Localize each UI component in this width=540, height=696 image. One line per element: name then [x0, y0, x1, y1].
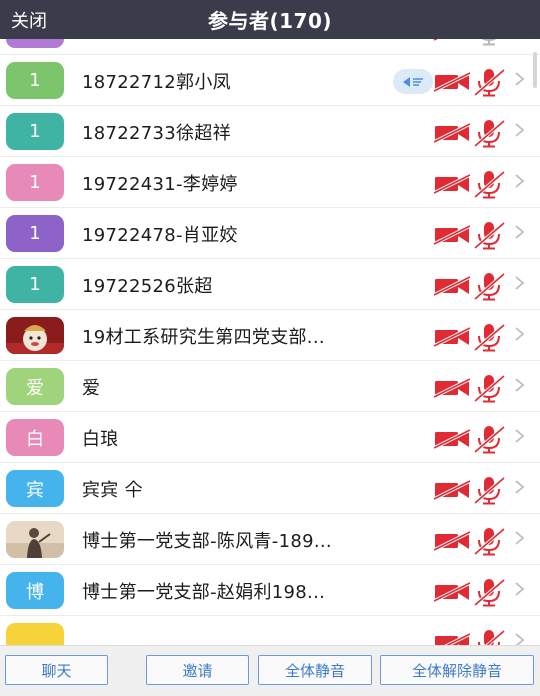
chevron-right-icon[interactable]: [514, 374, 526, 396]
top-bar: 关闭 参与者(170): [0, 0, 540, 39]
participant-row[interactable]: [0, 616, 540, 645]
chevron-right-icon[interactable]: [514, 119, 526, 141]
participant-name: 宾宾 仐: [82, 480, 143, 501]
participant-name: 18722712郭小凤: [82, 72, 231, 93]
camera-off-icon[interactable]: [433, 71, 471, 93]
avatar: 1: [6, 62, 64, 99]
avatar: 1: [6, 215, 64, 252]
participant-row[interactable]: 19材工系研究生第四党支部...: [0, 310, 540, 361]
chevron-right-icon[interactable]: [514, 629, 526, 645]
camera-off-icon[interactable]: [433, 326, 471, 348]
camera-off-icon[interactable]: [433, 530, 471, 552]
microphone-muted-icon[interactable]: [473, 169, 506, 199]
microphone-muted-icon[interactable]: [473, 628, 506, 645]
microphone-muted-icon[interactable]: [473, 67, 506, 97]
chevron-right-icon[interactable]: [514, 68, 526, 90]
avatar: 白: [6, 419, 64, 456]
chevron-right-icon[interactable]: [514, 527, 526, 549]
participant-list[interactable]: 王 王俊杰 1 18722712郭小凤 1 18722733徐超祥 1 19722431-李婷…: [0, 39, 540, 645]
camera-off-icon[interactable]: [433, 39, 470, 42]
participant-name: 18722733徐超祥: [82, 123, 231, 144]
mute-all-button[interactable]: 全体静音: [258, 655, 372, 685]
participant-row[interactable]: 1 19722526张超: [0, 259, 540, 310]
chevron-right-icon[interactable]: [514, 578, 526, 600]
chevron-right-icon[interactable]: [514, 170, 526, 192]
participant-row[interactable]: 1 19722431-李婷婷: [0, 157, 540, 208]
camera-off-icon[interactable]: [433, 122, 471, 144]
camera-off-icon[interactable]: [433, 377, 471, 399]
participant-row[interactable]: 博博士第一党支部-赵娟利198...: [0, 565, 540, 616]
camera-off-icon[interactable]: [433, 173, 471, 195]
camera-off-icon[interactable]: [433, 428, 471, 450]
avatar: 1: [6, 164, 64, 201]
page-title: 参与者(170): [207, 9, 333, 33]
avatar: [6, 623, 64, 645]
camera-off-icon[interactable]: [433, 581, 471, 603]
participant-name: 爱: [82, 378, 101, 399]
participant-name: 19722526张超: [82, 276, 213, 297]
microphone-muted-icon[interactable]: [473, 475, 506, 505]
chevron-right-icon[interactable]: [514, 221, 526, 243]
participant-name: 白琅: [82, 429, 119, 450]
participant-name: 博士第一党支部-赵娟利198...: [82, 582, 326, 603]
avatar: 1: [6, 266, 64, 303]
camera-off-icon[interactable]: [433, 479, 471, 501]
bottom-toolbar: 聊天 邀请 全体静音 全体解除静音: [0, 645, 540, 696]
participant-row[interactable]: 宾宾宾 仐: [0, 463, 540, 514]
avatar: [6, 521, 64, 558]
participant-name: 王俊杰: [82, 39, 137, 43]
avatar: 王: [6, 39, 64, 48]
participant-name: 19材工系研究生第四党支部...: [82, 327, 325, 348]
microphone-muted-icon[interactable]: [473, 322, 506, 352]
avatar: 博: [6, 572, 64, 609]
chat-button[interactable]: 聊天: [5, 655, 108, 685]
participant-row[interactable]: 王 王俊杰: [0, 39, 540, 55]
chevron-right-icon[interactable]: [514, 323, 526, 345]
chevron-right-icon[interactable]: [514, 425, 526, 447]
participant-row[interactable]: 爱爱: [0, 361, 540, 412]
speaking-indicator-icon: [393, 69, 433, 94]
chevron-right-icon[interactable]: [514, 272, 526, 294]
avatar: 爱: [6, 368, 64, 405]
avatar: [6, 317, 64, 354]
camera-off-icon[interactable]: [434, 632, 471, 645]
participant-name: 19722478-肖亚姣: [82, 225, 238, 246]
avatar: 宾: [6, 470, 64, 507]
camera-off-icon[interactable]: [433, 275, 471, 297]
participant-name: 博士第一党支部-陈风青-189...: [82, 531, 332, 552]
participant-row[interactable]: 1 19722478-肖亚姣: [0, 208, 540, 259]
microphone-muted-icon[interactable]: [473, 220, 506, 250]
scrollbar[interactable]: [533, 52, 537, 88]
participant-row[interactable]: 1 18722733徐超祥: [0, 106, 540, 157]
chevron-right-icon[interactable]: [514, 476, 526, 498]
avatar: 1: [6, 113, 64, 150]
camera-off-icon[interactable]: [433, 224, 471, 246]
microphone-icon[interactable]: [473, 39, 505, 46]
participant-row[interactable]: 白白琅: [0, 412, 540, 463]
microphone-muted-icon[interactable]: [473, 118, 506, 148]
invite-button[interactable]: 邀请: [146, 655, 249, 685]
unmute-all-button[interactable]: 全体解除静音: [380, 655, 534, 685]
participant-name: 19722431-李婷婷: [82, 174, 238, 195]
microphone-muted-icon[interactable]: [473, 577, 506, 607]
microphone-muted-icon[interactable]: [473, 424, 506, 454]
microphone-muted-icon[interactable]: [473, 526, 506, 556]
participant-row[interactable]: 1 18722712郭小凤: [0, 55, 540, 106]
microphone-muted-icon[interactable]: [473, 373, 506, 403]
microphone-muted-icon[interactable]: [473, 271, 506, 301]
participant-row[interactable]: 博士第一党支部-陈风青-189...: [0, 514, 540, 565]
